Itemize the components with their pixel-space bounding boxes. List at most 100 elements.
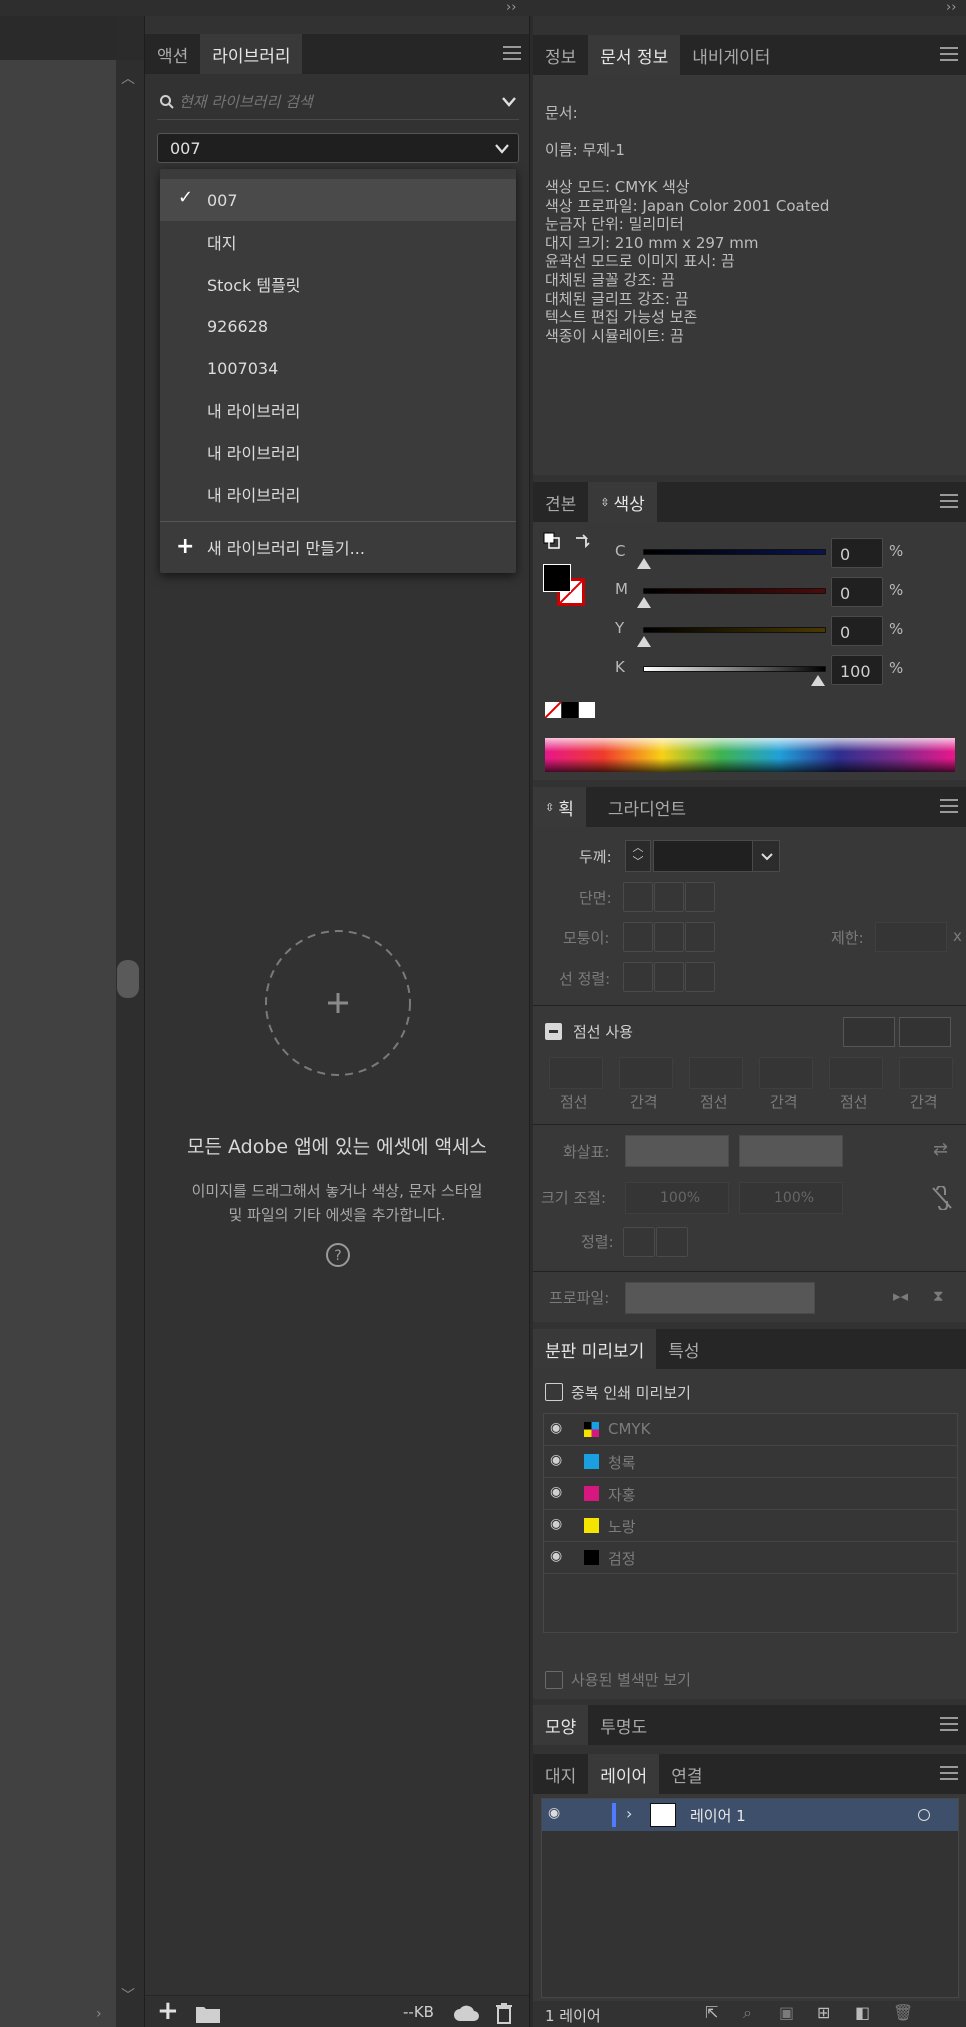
scroll-up-icon[interactable]: ︿ <box>121 68 135 88</box>
align-center-button[interactable] <box>623 962 653 992</box>
dropdown-item[interactable]: 내 라이브러리 <box>160 473 516 515</box>
clipping-mask-icon[interactable]: ▣ <box>779 2003 794 2022</box>
value-input-m[interactable]: 0 <box>831 577 883 607</box>
dashed-line-checkbox[interactable] <box>545 1023 562 1040</box>
slider-thumb[interactable] <box>637 558 651 569</box>
trash-icon[interactable]: 🗑 <box>893 2003 913 2022</box>
locate-object-icon[interactable]: ⌕ <box>743 2003 752 2023</box>
tab-swatches[interactable]: 견본 <box>533 482 588 522</box>
bevel-join-button[interactable] <box>685 922 715 952</box>
tab-color[interactable]: ⇳ 색상 <box>588 482 657 522</box>
black-swatch[interactable] <box>562 702 578 718</box>
folder-icon[interactable] <box>195 2004 221 2024</box>
panel-menu-icon[interactable] <box>940 1766 958 1780</box>
tab-appearance[interactable]: 모양 <box>533 1705 589 1745</box>
slider-track-c[interactable] <box>643 549 826 555</box>
start-arrowhead-select[interactable] <box>625 1135 729 1167</box>
round-join-button[interactable] <box>654 922 684 952</box>
create-library-item[interactable]: + 새 라이브러리 만들기... <box>160 526 516 568</box>
plate-row[interactable]: ◉ 청록 <box>544 1446 957 1478</box>
round-cap-button[interactable] <box>654 882 684 912</box>
cloud-icon[interactable] <box>453 2004 481 2022</box>
value-input-k[interactable]: 100 <box>831 655 883 685</box>
new-layer-icon[interactable]: ◧ <box>855 2003 870 2022</box>
dropdown-item[interactable]: Stock 템플릿 <box>160 263 516 305</box>
plate-row[interactable]: ◉ CMYK <box>544 1414 957 1446</box>
dropdown-item[interactable]: 926628 <box>160 305 516 347</box>
layer-row[interactable]: ◉ › 레이어 1 <box>542 1799 958 1831</box>
value-input-c[interactable]: 0 <box>831 538 883 568</box>
chevron-down-icon[interactable] <box>501 96 517 108</box>
fill-swatch[interactable] <box>543 564 571 592</box>
collapse-panels-icon[interactable]: ›› <box>506 0 516 15</box>
dropdown-item[interactable]: 내 라이브러리 <box>160 389 516 431</box>
tab-info[interactable]: 정보 <box>533 35 588 75</box>
dash-input[interactable] <box>689 1057 743 1089</box>
align-inside-button[interactable] <box>654 962 684 992</box>
scroll-down-icon[interactable]: ﹀ <box>121 1985 135 2005</box>
eye-icon[interactable]: ◉ <box>550 1484 562 1500</box>
profile-select[interactable] <box>625 1282 815 1314</box>
arrow-extend-button[interactable] <box>623 1227 655 1257</box>
butt-cap-button[interactable] <box>623 882 653 912</box>
end-arrowhead-select[interactable] <box>739 1135 843 1167</box>
overprint-checkbox[interactable] <box>545 1383 563 1401</box>
panel-menu-icon[interactable] <box>940 47 958 61</box>
dropdown-item[interactable]: 1007034 <box>160 347 516 389</box>
dropdown-item-007[interactable]: ✓ 007 <box>160 179 516 221</box>
weight-input[interactable] <box>653 840 753 872</box>
panel-menu-icon[interactable] <box>940 1717 958 1731</box>
panel-menu-icon[interactable] <box>503 46 521 60</box>
flip-vertical-icon[interactable]: ⧗ <box>933 1287 944 1305</box>
panel-menu-icon[interactable] <box>940 799 958 813</box>
unlink-icon[interactable] <box>931 1186 953 1210</box>
collapse-panels-icon-right[interactable]: ›› <box>946 0 956 15</box>
search-input[interactable] <box>179 90 479 114</box>
new-sublayer-icon[interactable]: ⊞ <box>817 2003 830 2022</box>
plate-row[interactable]: ◉ 자홍 <box>544 1478 957 1510</box>
dropdown-item[interactable]: 내 라이브러리 <box>160 431 516 473</box>
tab-stroke[interactable]: ⇳ 획 <box>533 787 586 827</box>
tab-separations-preview[interactable]: 분판 미리보기 <box>533 1329 657 1369</box>
eye-icon[interactable]: ◉ <box>548 1805 560 1821</box>
tab-navigator[interactable]: 내비게이터 <box>680 35 782 75</box>
slider-thumb[interactable] <box>637 597 651 608</box>
start-scale-input[interactable]: 100% <box>625 1182 729 1214</box>
plate-row[interactable]: ◉ 검정 <box>544 1542 957 1574</box>
eye-icon[interactable]: ◉ <box>550 1548 562 1564</box>
tab-document-info[interactable]: 문서 정보 <box>588 35 681 75</box>
plate-row[interactable]: ◉ 노랑 <box>544 1510 957 1542</box>
add-content-icon[interactable]: + <box>157 1996 179 2026</box>
library-select[interactable]: 007 <box>157 133 519 163</box>
dash-input[interactable] <box>829 1057 883 1089</box>
eye-icon[interactable]: ◉ <box>550 1516 562 1532</box>
expand-layer-icon[interactable]: › <box>626 1804 632 1823</box>
tab-artboards[interactable]: 대지 <box>533 1754 588 1794</box>
tab-transparency[interactable]: 투명도 <box>588 1705 659 1745</box>
align-outside-button[interactable] <box>685 962 715 992</box>
gap-input[interactable] <box>899 1057 953 1089</box>
slider-track-y[interactable] <box>643 627 826 633</box>
panel-menu-icon[interactable] <box>940 494 958 508</box>
square-cap-button[interactable] <box>685 882 715 912</box>
miter-join-button[interactable] <box>623 922 653 952</box>
used-spot-checkbox[interactable] <box>545 1671 563 1689</box>
dash-align-button[interactable] <box>899 1017 951 1047</box>
limit-input[interactable] <box>875 922 947 952</box>
eye-icon[interactable]: ◉ <box>550 1452 562 1468</box>
gap-input[interactable] <box>759 1057 813 1089</box>
canvas-scrollbar[interactable] <box>116 60 144 2027</box>
slider-thumb[interactable] <box>637 636 651 647</box>
gap-input[interactable] <box>619 1057 673 1089</box>
tab-attributes[interactable]: 특성 <box>656 1329 711 1369</box>
swap-colors-icon[interactable] <box>573 532 591 550</box>
export-icon[interactable]: ⇱ <box>705 2003 718 2022</box>
white-swatch[interactable] <box>579 702 595 718</box>
slider-track-m[interactable] <box>643 588 826 594</box>
dash-preserve-button[interactable] <box>843 1017 895 1047</box>
expand-arrow-icon[interactable]: › <box>96 2006 102 2022</box>
default-colors-icon[interactable] <box>543 532 561 550</box>
library-search[interactable] <box>157 86 519 120</box>
scrollbar-thumb[interactable] <box>117 960 139 998</box>
tab-libraries[interactable]: 라이브러리 <box>200 34 303 74</box>
